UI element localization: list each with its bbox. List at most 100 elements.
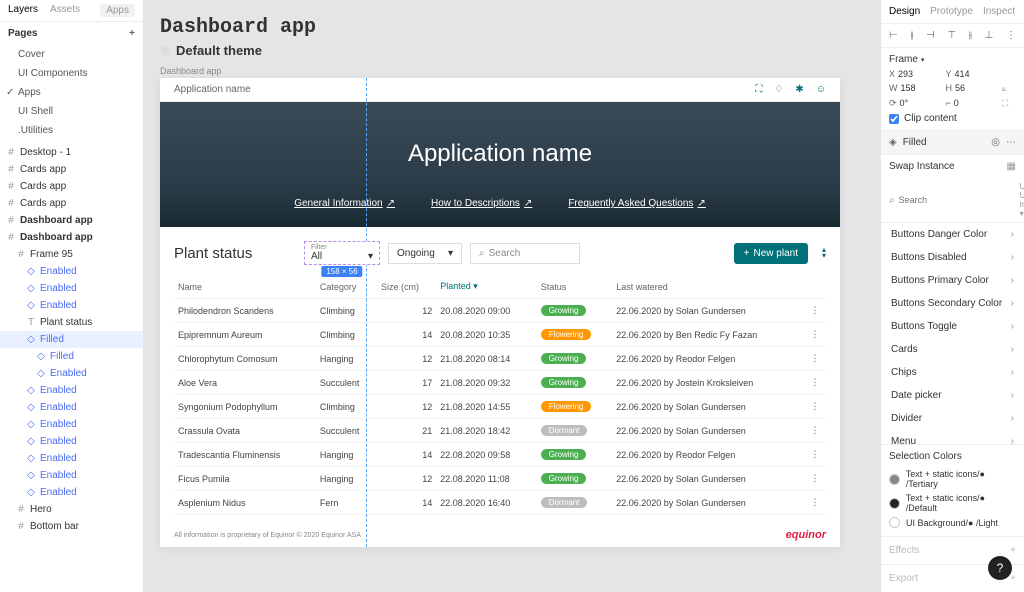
layer-item[interactable]: #Hero	[0, 501, 143, 518]
search-input[interactable]: ⌕Search	[470, 243, 580, 264]
row-menu-icon[interactable]: ⋮	[804, 347, 826, 371]
grid-view-icon[interactable]: ▦	[1007, 161, 1016, 172]
layer-item[interactable]: ◇Enabled	[0, 467, 143, 484]
hero-link[interactable]: How to Descriptions↗	[431, 198, 532, 209]
layer-item[interactable]: ◇Enabled	[0, 433, 143, 450]
align-right-icon[interactable]: ⊣	[926, 30, 935, 41]
align-hcenter-icon[interactable]: ⫲	[910, 30, 913, 41]
page-item[interactable]: UI Shell	[0, 102, 143, 121]
row-menu-icon[interactable]: ⋮	[804, 419, 826, 443]
frame-header[interactable]: Frame▾	[889, 54, 1016, 65]
component-item[interactable]: Buttons Disabled›	[881, 246, 1024, 269]
component-item[interactable]: Date picker›	[881, 384, 1024, 407]
align-top-icon[interactable]: ⊤	[947, 30, 956, 41]
row-menu-icon[interactable]: ⋮	[804, 443, 826, 467]
layer-item[interactable]: #Dashboard app	[0, 229, 143, 246]
swap-icon[interactable]: ▴▾	[822, 247, 826, 259]
component-item[interactable]: Divider›	[881, 407, 1024, 430]
component-item[interactable]: Menu›	[881, 430, 1024, 445]
rotation-field[interactable]: ⟳0°	[889, 98, 940, 109]
layer-item[interactable]: ◇Enabled	[0, 280, 143, 297]
new-plant-button[interactable]: +New plant	[734, 243, 808, 264]
row-menu-icon[interactable]: ⋮	[804, 395, 826, 419]
plus-icon[interactable]: +	[1010, 545, 1016, 556]
component-item[interactable]: Buttons Primary Color›	[881, 269, 1024, 292]
selection-color-row[interactable]: Text + static icons/● /Default	[889, 491, 1016, 515]
ongoing-select[interactable]: Ongoing▾	[388, 243, 462, 264]
align-vcenter-icon[interactable]: ⫲	[969, 30, 972, 41]
tab-design[interactable]: Design	[889, 6, 920, 17]
selection-color-row[interactable]: Text + static icons/● /Tertiary	[889, 467, 1016, 491]
row-menu-icon[interactable]: ⋮	[804, 467, 826, 491]
component-search[interactable]: ⌕ UI—User Int… ▾	[881, 178, 1024, 223]
component-item[interactable]: Buttons Toggle›	[881, 315, 1024, 338]
layer-item[interactable]: TPlant status	[0, 314, 143, 331]
selection-color-row[interactable]: UI Background/● /Light	[889, 515, 1016, 530]
layer-item[interactable]: ◇Enabled	[0, 399, 143, 416]
page-item[interactable]: Apps	[0, 83, 143, 102]
help-fab[interactable]: ?	[988, 556, 1012, 580]
library-picker[interactable]: UI—User Int… ▾	[1020, 182, 1024, 218]
layer-item[interactable]: #Desktop - 1	[0, 144, 143, 161]
component-item[interactable]: Buttons Danger Color›	[881, 223, 1024, 246]
filter-select[interactable]: Filter All▾ 158 × 56	[304, 241, 380, 265]
layer-item[interactable]: ◇Enabled	[0, 484, 143, 501]
layer-item[interactable]: ◇Enabled	[0, 382, 143, 399]
align-bottom-icon[interactable]: ⊥	[985, 30, 994, 41]
hero-link[interactable]: General Information↗	[294, 198, 395, 209]
column-header[interactable]: Name	[174, 275, 316, 299]
component-item[interactable]: Chips›	[881, 361, 1024, 384]
component-item[interactable]: Buttons Secondary Color›	[881, 292, 1024, 315]
layer-item[interactable]: ◇Enabled	[0, 450, 143, 467]
w-field[interactable]: W158	[889, 83, 940, 94]
clip-content-checkbox[interactable]: Clip content	[889, 113, 1016, 124]
column-header[interactable]: Category	[316, 275, 377, 299]
layer-item[interactable]: #Frame 95	[0, 246, 143, 263]
row-menu-icon[interactable]: ⋮	[804, 371, 826, 395]
tab-inspect[interactable]: Inspect	[983, 6, 1015, 17]
h-field[interactable]: H56	[946, 83, 997, 94]
tab-layers[interactable]: Layers	[8, 4, 38, 17]
layer-item[interactable]: ◇Enabled	[0, 263, 143, 280]
distribute-icon[interactable]: ⋮	[1006, 30, 1016, 41]
layer-item[interactable]: ◇Filled	[0, 331, 143, 348]
tab-assets[interactable]: Assets	[50, 4, 80, 17]
layer-item[interactable]: #Dashboard app	[0, 212, 143, 229]
layer-item[interactable]: #Cards app	[0, 195, 143, 212]
constrain-icon[interactable]: ⟀	[1002, 83, 1016, 94]
goto-main-icon[interactable]: ◎	[991, 137, 1000, 148]
layer-item[interactable]: #Cards app	[0, 161, 143, 178]
align-left-icon[interactable]: ⊢	[889, 30, 898, 41]
y-field[interactable]: Y414	[946, 69, 997, 79]
plus-icon[interactable]: +	[1010, 573, 1016, 584]
fullscreen-icon[interactable]: ⛶	[755, 84, 762, 95]
page-item[interactable]: Cover	[0, 45, 143, 64]
column-header[interactable]: Planted ▾	[436, 275, 536, 299]
layer-item[interactable]: ◇Enabled	[0, 365, 143, 382]
row-menu-icon[interactable]: ⋮	[804, 323, 826, 347]
add-page-icon[interactable]: +	[129, 28, 135, 39]
radius-field[interactable]: ⌐0	[946, 98, 997, 109]
instance-name[interactable]: Filled	[903, 137, 927, 148]
layer-item[interactable]: ◇Enabled	[0, 297, 143, 314]
expand- icon[interactable]: ⛶	[1002, 98, 1016, 109]
row-menu-icon[interactable]: ⋮	[804, 299, 826, 323]
page-item[interactable]: .Utilities	[0, 121, 143, 140]
tab-lib[interactable]: Apps	[100, 4, 135, 17]
canvas[interactable]: Dashboard app Default theme Dashboard ap…	[144, 0, 880, 592]
layer-item[interactable]: ◇Enabled	[0, 416, 143, 433]
row-menu-icon[interactable]: ⋮	[804, 491, 826, 515]
layer-item[interactable]: #Cards app	[0, 178, 143, 195]
accessibility-icon[interactable]: ✱	[795, 84, 803, 95]
column-header[interactable]: Status	[537, 275, 613, 299]
column-header[interactable]: Last watered	[612, 275, 804, 299]
bell-icon[interactable]: ♢	[774, 84, 783, 95]
layer-item[interactable]: #Bottom bar	[0, 518, 143, 535]
x-field[interactable]: X293	[889, 69, 940, 79]
hero-link[interactable]: Frequently Asked Questions↗	[568, 198, 705, 209]
component-search-input[interactable]	[899, 195, 1016, 205]
component-item[interactable]: Cards›	[881, 338, 1024, 361]
user-icon[interactable]: ☺	[816, 84, 826, 95]
tab-prototype[interactable]: Prototype	[930, 6, 973, 17]
layer-item[interactable]: ◇Filled	[0, 348, 143, 365]
